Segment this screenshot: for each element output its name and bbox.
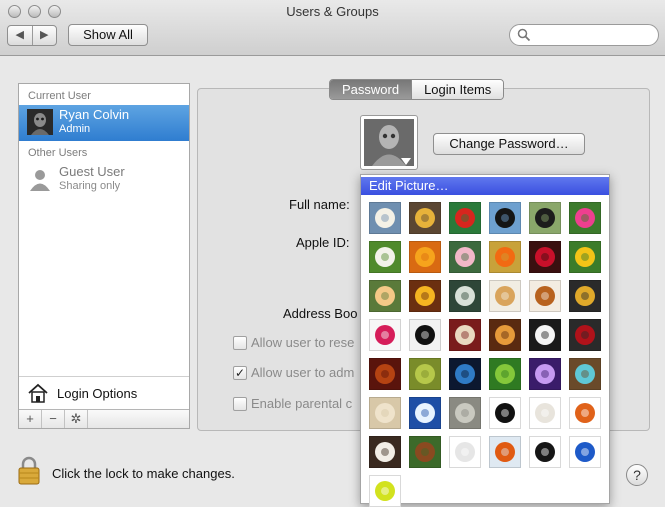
sidebar-item-current-user[interactable]: Ryan Colvin Admin: [19, 105, 189, 141]
picture-baseball[interactable]: [529, 397, 561, 429]
picture-8-ball[interactable]: [489, 397, 521, 429]
picture-violin[interactable]: [369, 358, 401, 390]
current-user-header: Current User: [28, 90, 91, 102]
allow-reset-password-checkbox[interactable]: [233, 336, 247, 350]
picture-chalkboard[interactable]: [449, 280, 481, 312]
picture-daisy[interactable]: [409, 280, 441, 312]
user-avatar: [27, 109, 53, 135]
sidebar-actions-bar: + − ✲: [19, 409, 189, 428]
padlock-icon[interactable]: [17, 455, 41, 485]
picture-lips[interactable]: [369, 319, 401, 351]
full-name-label: Full name:: [289, 197, 350, 212]
picture-football[interactable]: [409, 436, 441, 468]
picture-hockey[interactable]: [489, 436, 521, 468]
picture-sunflower[interactable]: [569, 241, 601, 273]
parental-controls-label: Enable parental c: [251, 396, 353, 411]
change-password-button[interactable]: Change Password…: [433, 133, 585, 155]
house-icon: [28, 383, 48, 403]
guest-user-icon: [30, 170, 50, 191]
picture-earth[interactable]: [449, 358, 481, 390]
window-title: Users & Groups: [286, 4, 379, 19]
back-button[interactable]: ◀: [8, 26, 32, 45]
picture-zen-sand[interactable]: [449, 397, 481, 429]
allow-reset-password-label: Allow user to rese: [251, 335, 355, 350]
tab-password[interactable]: Password: [330, 80, 412, 99]
picture-red-rose[interactable]: [529, 241, 561, 273]
sidebar-item-guest-user[interactable]: Guest User Sharing only: [19, 162, 189, 198]
picture-gingerbread[interactable]: [529, 280, 561, 312]
tab-bar: Password Login Items: [329, 79, 505, 100]
remove-user-button[interactable]: −: [42, 410, 65, 428]
picture-tennis[interactable]: [369, 475, 401, 507]
picture-eagle[interactable]: [369, 202, 401, 234]
picture-dandelion[interactable]: [369, 241, 401, 273]
login-options-label: Login Options: [57, 386, 138, 401]
chevron-down-icon: [401, 158, 411, 165]
add-user-button[interactable]: +: [19, 410, 42, 428]
picture-nest[interactable]: [569, 358, 601, 390]
picture-fortune-cookie[interactable]: [489, 280, 521, 312]
picture-piano[interactable]: [529, 319, 561, 351]
show-all-button[interactable]: Show All: [68, 24, 148, 46]
picture-yellow-rose[interactable]: [369, 280, 401, 312]
picture-soccer[interactable]: [529, 436, 561, 468]
picture-green-leaf[interactable]: [489, 358, 521, 390]
window-titlebar: Users & Groups ◀ ▶ Show All: [0, 0, 665, 56]
allow-administer-label: Allow user to adm: [251, 365, 355, 380]
picture-yin-yang[interactable]: [409, 319, 441, 351]
action-gear-button[interactable]: ✲: [65, 410, 88, 428]
current-user-role: Admin: [59, 123, 91, 135]
users-sidebar: Current User Ryan Colvin Admin Other Use…: [18, 83, 190, 429]
forward-button[interactable]: ▶: [31, 26, 57, 45]
picture-leaf[interactable]: [409, 358, 441, 390]
picture-penguin[interactable]: [489, 202, 521, 234]
apple-id-label: Apple ID:: [296, 235, 350, 250]
picture-basketball[interactable]: [569, 397, 601, 429]
picture-guitar[interactable]: [489, 319, 521, 351]
picture-golf-ball[interactable]: [449, 436, 481, 468]
picture-drum[interactable]: [449, 319, 481, 351]
picture-owl[interactable]: [409, 202, 441, 234]
search-field[interactable]: [509, 24, 659, 46]
current-user-name: Ryan Colvin: [59, 107, 130, 122]
user-picture-well[interactable]: [360, 115, 418, 170]
lock-message: Click the lock to make changes.: [52, 466, 235, 481]
tab-login-items[interactable]: Login Items: [411, 80, 504, 99]
other-users-header: Other Users: [28, 147, 88, 159]
picture-bowling[interactable]: [369, 436, 401, 468]
picture-orange-flower[interactable]: [409, 241, 441, 273]
back-forward-control: ◀ ▶: [7, 25, 57, 46]
search-icon: [517, 28, 531, 42]
login-options-item[interactable]: Login Options: [19, 376, 189, 409]
picture-pink-flower[interactable]: [569, 202, 601, 234]
help-button[interactable]: ?: [626, 464, 648, 486]
picture-snowflake[interactable]: [409, 397, 441, 429]
picture-lightning[interactable]: [529, 358, 561, 390]
parental-controls-checkbox[interactable]: [233, 397, 247, 411]
picture-medal[interactable]: [569, 280, 601, 312]
picture-poppy[interactable]: [489, 241, 521, 273]
edit-picture-menu-item[interactable]: Edit Picture…: [361, 177, 609, 195]
address-book-label: Address Boo: [283, 306, 358, 321]
picture-zebra[interactable]: [529, 202, 561, 234]
picture-parrot[interactable]: [449, 202, 481, 234]
guest-user-role: Sharing only: [59, 180, 121, 192]
picture-sand-dollar[interactable]: [369, 397, 401, 429]
picture-picker-menu: Edit Picture…: [360, 174, 610, 507]
guest-user-name: Guest User: [59, 164, 125, 179]
allow-administer-checkbox[interactable]: ✓: [233, 366, 247, 380]
picture-target[interactable]: [569, 436, 601, 468]
picture-record[interactable]: [569, 319, 601, 351]
picture-lotus[interactable]: [449, 241, 481, 273]
